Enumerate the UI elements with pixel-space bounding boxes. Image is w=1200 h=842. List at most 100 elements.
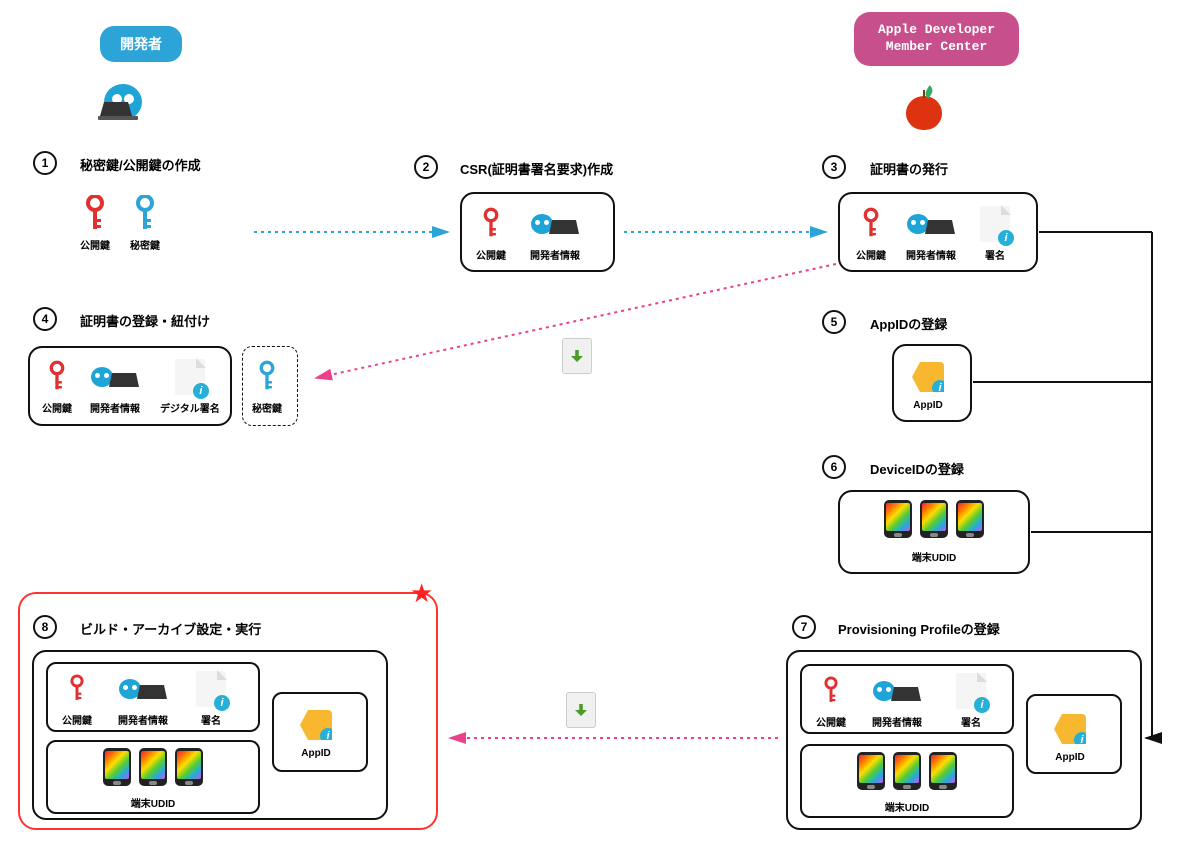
phone-icon xyxy=(929,752,957,790)
phone-icon xyxy=(857,752,885,790)
key-icon xyxy=(69,670,85,708)
step-5-num: 5 xyxy=(822,310,846,334)
step-3-pubkey: 公開鍵 xyxy=(856,205,886,262)
step-1-privkey: 秘密鍵 xyxy=(130,195,160,252)
step-8-sign-label: 署名 xyxy=(201,712,221,727)
step-4-num: 4 xyxy=(33,307,57,331)
step-7-devinfo-label: 開発者情報 xyxy=(872,714,922,729)
step-4-digsign-label: デジタル署名 xyxy=(160,400,220,415)
developer-mini-icon xyxy=(907,205,955,243)
download-icon xyxy=(562,338,592,374)
step-8-devices: 端末UDID xyxy=(60,748,246,810)
tag-icon: i xyxy=(300,706,332,744)
phone-icon xyxy=(103,748,131,786)
step-7-sign-label: 署名 xyxy=(961,714,981,729)
key-icon xyxy=(48,358,66,396)
document-icon: i xyxy=(980,205,1010,243)
step-6-devices: 端末UDID xyxy=(850,500,1018,564)
step-8-udid-label: 端末UDID xyxy=(60,795,246,810)
download-icon xyxy=(566,692,596,728)
step-4-pubkey-label: 公開鍵 xyxy=(42,400,72,415)
step-2-pubkey: 公開鍵 xyxy=(476,205,506,262)
step-7-pubkey-label: 公開鍵 xyxy=(816,714,846,729)
step-3-devinfo: 開発者情報 xyxy=(906,205,956,262)
step-4-title: 証明書の登録・紐付け xyxy=(80,311,210,330)
document-icon: i xyxy=(175,358,205,396)
star-icon: ★ xyxy=(410,578,433,609)
step-7-udid-label: 端末UDID xyxy=(814,799,1000,814)
phone-icon xyxy=(139,748,167,786)
step-8-appid-label: AppID xyxy=(301,748,330,759)
step-5-title: AppIDの登録 xyxy=(870,314,947,333)
step-7-devinfo: 開発者情報 xyxy=(872,672,922,729)
phone-icon xyxy=(956,500,984,538)
developer-mini-icon xyxy=(119,670,167,708)
key-icon xyxy=(482,205,500,243)
step-8-sign: i 署名 xyxy=(196,670,226,727)
phone-icon xyxy=(893,752,921,790)
step-6-title: DeviceIDの登録 xyxy=(870,459,964,478)
developer-icon xyxy=(104,84,142,120)
developer-mini-icon xyxy=(91,358,139,396)
step-8-num: 8 xyxy=(33,615,57,639)
document-icon: i xyxy=(956,672,986,710)
step-1-title: 秘密鍵/公開鍵の作成 xyxy=(80,155,201,174)
step-1-num: 1 xyxy=(33,151,57,175)
step-4-digsign: i デジタル署名 xyxy=(160,358,220,415)
step-4-devinfo: 開発者情報 xyxy=(90,358,140,415)
phone-icon xyxy=(920,500,948,538)
step-7-appid: i AppID xyxy=(1054,710,1086,763)
step-7-sign: i 署名 xyxy=(956,672,986,729)
step-2-title: CSR(証明書署名要求)作成 xyxy=(460,159,613,178)
diagram-canvas: 開発者 Apple Developer Member Center 1 秘密鍵/… xyxy=(0,0,1200,842)
tag-icon: i xyxy=(912,358,944,396)
step-8-appid: i AppID xyxy=(300,706,332,759)
step-5-appid-label: AppID xyxy=(913,400,942,411)
step-1-privkey-label: 秘密鍵 xyxy=(130,237,160,252)
step-3-devinfo-label: 開発者情報 xyxy=(906,247,956,262)
step-1-pubkey-label: 公開鍵 xyxy=(80,237,110,252)
key-icon xyxy=(84,195,106,233)
step-8-pubkey: 公開鍵 xyxy=(62,670,92,727)
key-icon xyxy=(134,195,156,233)
apple-icon xyxy=(906,96,942,130)
step-3-num: 3 xyxy=(822,155,846,179)
document-icon: i xyxy=(196,670,226,708)
step-3-sign: i 署名 xyxy=(980,205,1010,262)
apple-badge-line2: Member Center xyxy=(886,39,987,54)
step-2-devinfo-label: 開発者情報 xyxy=(530,247,580,262)
step-8-pubkey-label: 公開鍵 xyxy=(62,712,92,727)
tag-icon: i xyxy=(1054,710,1086,748)
developer-mini-icon xyxy=(873,672,921,710)
apple-badge: Apple Developer Member Center xyxy=(854,12,1019,66)
key-icon xyxy=(258,358,276,396)
step-4-privkey: 秘密鍵 xyxy=(252,358,282,415)
step-4-privkey-label: 秘密鍵 xyxy=(252,400,282,415)
step-7-devices: 端末UDID xyxy=(814,752,1000,814)
step-8-title: ビルド・アーカイブ設定・実行 xyxy=(80,619,261,638)
step-7-appid-label: AppID xyxy=(1055,752,1084,763)
phone-icon xyxy=(884,500,912,538)
step-2-pubkey-label: 公開鍵 xyxy=(476,247,506,262)
step-3-title: 証明書の発行 xyxy=(870,159,948,178)
step-3-pubkey-label: 公開鍵 xyxy=(856,247,886,262)
step-7-num: 7 xyxy=(792,615,816,639)
step-7-title: Provisioning Profileの登録 xyxy=(838,619,1000,638)
developer-badge: 開発者 xyxy=(100,26,182,62)
step-5-appid: i AppID xyxy=(912,358,944,411)
step-4-pubkey: 公開鍵 xyxy=(42,358,72,415)
step-7-pubkey: 公開鍵 xyxy=(816,672,846,729)
step-6-udid-label: 端末UDID xyxy=(850,549,1018,564)
phone-icon xyxy=(175,748,203,786)
step-4-devinfo-label: 開発者情報 xyxy=(90,400,140,415)
key-icon xyxy=(823,672,839,710)
developer-mini-icon xyxy=(531,205,579,243)
step-2-devinfo: 開発者情報 xyxy=(530,205,580,262)
step-8-devinfo-label: 開発者情報 xyxy=(118,712,168,727)
step-2-num: 2 xyxy=(414,155,438,179)
key-icon xyxy=(862,205,880,243)
step-3-sign-label: 署名 xyxy=(985,247,1005,262)
apple-badge-line1: Apple Developer xyxy=(878,22,995,37)
step-6-num: 6 xyxy=(822,455,846,479)
step-8-devinfo: 開発者情報 xyxy=(118,670,168,727)
